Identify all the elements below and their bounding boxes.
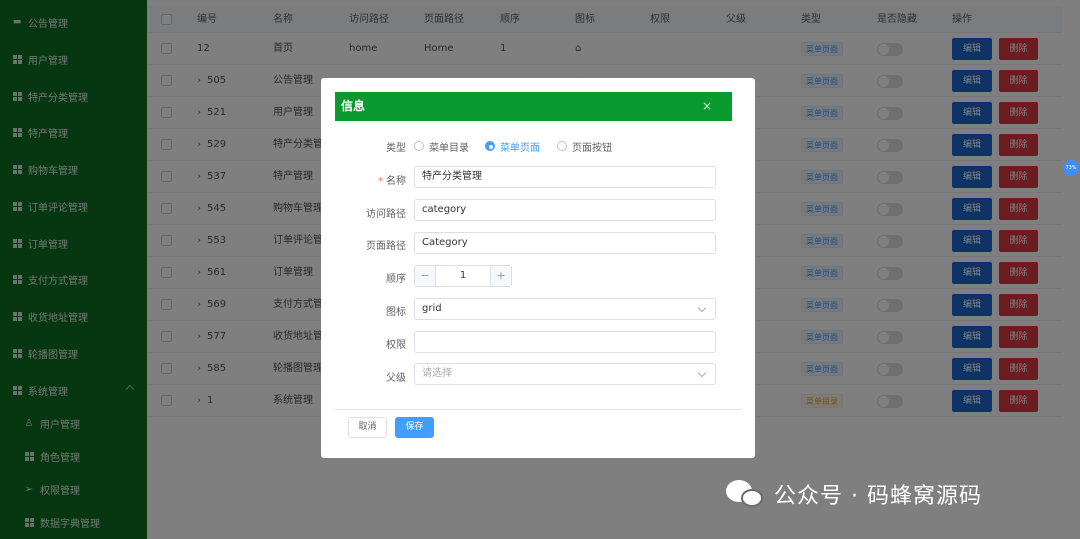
permission-label: 权限 [386, 340, 406, 351]
type-label: 类型 [386, 143, 406, 154]
type-radio-group: 菜单目录 菜单页面 页面按钮 [414, 139, 716, 154]
name-label: * 名称 [321, 172, 406, 187]
permission-input[interactable] [414, 331, 716, 353]
menu-edit-dialog: 信息 × 类型 菜单目录 菜单页面 页面按钮 * 名称 特产分类管理 访问路径 c… [321, 78, 755, 458]
parent-select[interactable]: 请选择 [414, 363, 716, 385]
cancel-button[interactable]: 取消 [348, 417, 387, 438]
order-stepper: − 1 + [414, 265, 512, 287]
decrement-button[interactable]: − [415, 266, 436, 286]
watermark: 公众号 · 码蜂窝源码 [726, 478, 982, 510]
radio-menu-directory[interactable]: 菜单目录 [414, 139, 469, 154]
radio-dot-icon [557, 141, 567, 151]
watermark-text: 公众号 · 码蜂窝源码 [774, 484, 982, 509]
page-input[interactable]: Category [414, 232, 716, 254]
parent-label: 父级 [386, 373, 406, 384]
radio-menu-page[interactable]: 菜单页面 [485, 139, 540, 154]
dialog-header: 信息 × [335, 92, 732, 121]
dialog-title: 信息 [341, 99, 366, 113]
order-label: 顺序 [386, 274, 406, 285]
icon-label: 图标 [386, 307, 406, 318]
radio-dot-icon [485, 141, 495, 151]
chevron-down-icon [697, 303, 707, 313]
save-button[interactable]: 保存 [395, 417, 434, 438]
radio-label: 菜单页面 [500, 142, 540, 154]
increment-button[interactable]: + [490, 266, 511, 286]
path-input[interactable]: category [414, 199, 716, 221]
path-label: 访问路径 [366, 209, 406, 220]
required-mark: * [378, 176, 383, 187]
icon-select[interactable]: grid [414, 298, 716, 320]
wechat-icon [726, 478, 766, 510]
icon-select-value: grid [422, 303, 442, 314]
close-icon[interactable]: × [702, 92, 712, 121]
chevron-down-icon [697, 368, 707, 378]
parent-select-placeholder: 请选择 [422, 368, 452, 379]
dialog-divider [335, 409, 742, 410]
radio-dot-icon [414, 141, 424, 151]
name-label-text: 名称 [386, 176, 406, 187]
radio-label: 页面按钮 [572, 142, 612, 154]
name-input[interactable]: 特产分类管理 [414, 166, 716, 188]
floating-helper-badge[interactable]: 73% [1063, 160, 1079, 176]
order-value[interactable]: 1 [436, 266, 490, 286]
radio-label: 菜单目录 [429, 142, 469, 154]
page-label: 页面路径 [366, 241, 406, 252]
radio-page-button[interactable]: 页面按钮 [557, 139, 612, 154]
